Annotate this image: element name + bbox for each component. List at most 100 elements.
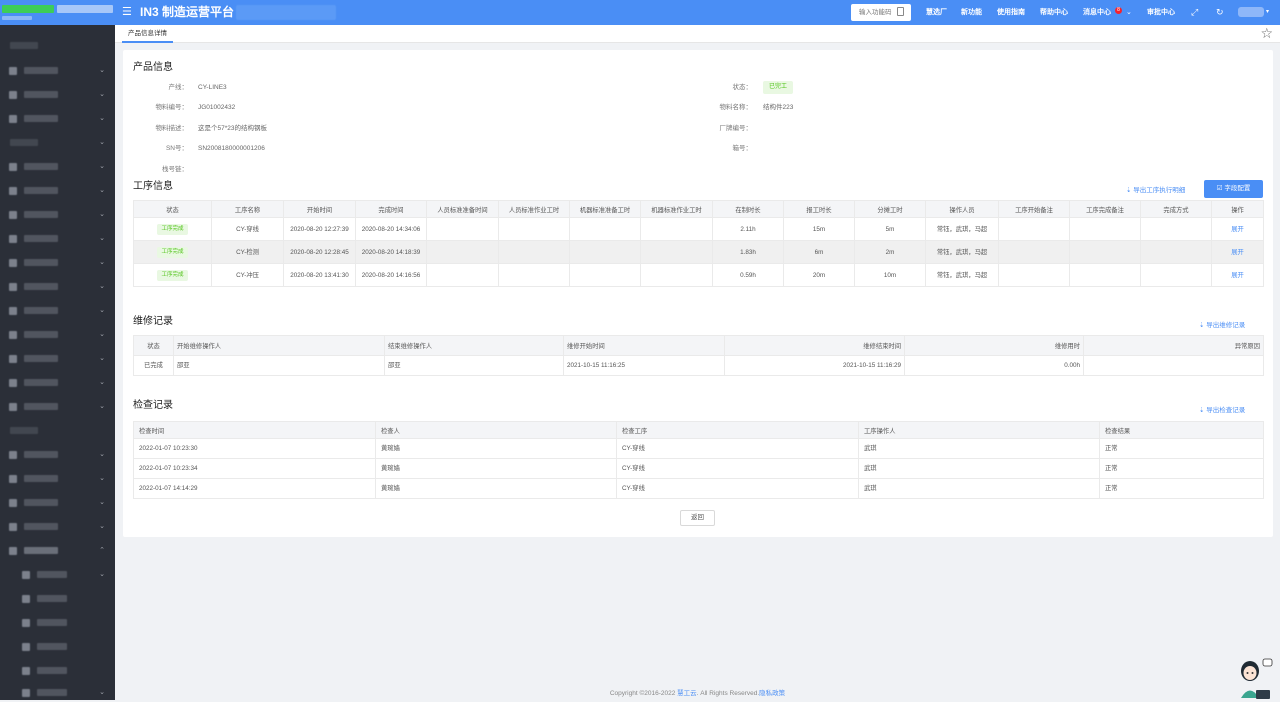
column-header: 操作	[1211, 200, 1264, 218]
user-avatar[interactable]	[1238, 7, 1264, 17]
table-cell: 2022-01-07 10:23:30	[133, 438, 376, 459]
sidebar-item[interactable]: ⌄	[0, 350, 115, 368]
column-header: 异常原因	[1083, 335, 1264, 356]
sidebar-item[interactable]: ⌄	[0, 302, 115, 320]
table-row: 2022-01-07 10:23:30 黄琬嫱 CY-穿线 武琪 正常	[133, 438, 1264, 459]
document-icon[interactable]	[897, 7, 904, 16]
sidebar-item[interactable]: ⌄	[0, 62, 115, 80]
table-cell: 武琪	[858, 438, 1100, 459]
nav-review-center[interactable]: 审批中心	[1147, 8, 1175, 17]
table-cell: 黄琬嫱	[375, 458, 617, 479]
table-cell: 2020-08-20 14:18:39	[355, 240, 427, 264]
fullscreen-icon[interactable]: ⤢	[1191, 7, 1198, 17]
status-badge: 工序完成	[157, 223, 188, 235]
sidebar-subitem[interactable]	[0, 590, 115, 608]
star-icon[interactable]: ☆	[1260, 25, 1273, 42]
chevron-down-icon[interactable]: ⌄	[1126, 8, 1132, 16]
table-cell: 10m	[854, 263, 926, 287]
table-cell: 正常	[1099, 478, 1264, 499]
sidebar-item-expanded[interactable]: ⌃	[0, 542, 115, 560]
sidebar-item[interactable]: ⌄	[0, 278, 115, 296]
table-cell: 2022-01-07 10:23:34	[133, 458, 376, 479]
sidebar-item[interactable]: ⌄	[0, 230, 115, 248]
status-label: 状态：	[732, 84, 753, 91]
field-config-button[interactable]: ☑ 字段配置	[1204, 180, 1263, 198]
back-button[interactable]: 返回	[680, 510, 715, 526]
chevron-down-icon[interactable]: ▾	[1266, 8, 1269, 15]
table-cell: 2020-08-20 14:34:06	[355, 217, 427, 241]
sidebar-item[interactable]: ⌄	[0, 254, 115, 272]
column-header: 检查人	[375, 421, 617, 439]
sidebar-subitem[interactable]: ⌄	[0, 566, 115, 584]
column-header: 工序完成备注	[1069, 200, 1141, 218]
table-cell: CY-穿线	[616, 478, 859, 499]
sidebar-item[interactable]: ⌄	[0, 206, 115, 224]
expand-link[interactable]: 展开	[1231, 272, 1244, 279]
export-check-button[interactable]: ⇣ 导出检查记录	[1199, 406, 1245, 415]
export-process-button[interactable]: ⇣ 导出工序执行明细	[1126, 186, 1185, 195]
column-header: 报工时长	[783, 200, 855, 218]
nav-help-center[interactable]: 帮助中心	[1040, 8, 1068, 17]
assistant-mascot-icon[interactable]	[1236, 656, 1276, 700]
column-header: 工序操作人	[858, 421, 1100, 439]
table-cell: 正常	[1099, 458, 1264, 479]
sidebar-group-header: ⌄	[0, 134, 115, 152]
line-value: CY-LINE3	[198, 84, 227, 91]
table-row: 工序完成 CY-穿线 2020-08-20 12:27:39 2020-08-2…	[133, 217, 1264, 241]
nav-message-center[interactable]: 消息中心	[1083, 8, 1111, 17]
sidebar-item[interactable]: ⌄	[0, 110, 115, 128]
box-no-label: 箱号：	[732, 145, 753, 152]
table-cell: 2020-08-20 12:27:39	[283, 217, 356, 241]
expand-link[interactable]: 展开	[1231, 249, 1244, 256]
nav-new-feature[interactable]: 新功能	[961, 8, 982, 17]
sidebar-item[interactable]: ⌄	[0, 86, 115, 104]
sidebar-item[interactable]: ⌄	[0, 398, 115, 416]
table-cell: 2021-10-15 11:16:25	[563, 355, 725, 376]
repair-table: 状态 开始维修操作人 结束维修操作人 维修开始时间 维修结束时间 维修用时 异常…	[133, 335, 1264, 376]
column-header: 维修用时	[904, 335, 1084, 356]
status-badge: 已完工	[763, 81, 794, 94]
brand-link[interactable]: 慧工云	[677, 690, 697, 697]
table-cell: 2020-08-20 13:41:30	[283, 263, 356, 287]
refresh-icon[interactable]: ↻	[1216, 7, 1224, 17]
column-header: 工序名称	[211, 200, 284, 218]
menu-toggle-icon[interactable]: ☰	[122, 6, 132, 18]
table-cell: 黄琬嫱	[375, 478, 617, 499]
check-table: 检查时间 检查人 检查工序 工序操作人 检查结果 2022-01-07 10:2…	[133, 421, 1264, 499]
column-header: 检查时间	[133, 421, 376, 439]
table-cell: 1.83h	[712, 240, 784, 264]
table-cell: 常钰，武琪，马超	[925, 217, 999, 241]
export-repair-button[interactable]: ⇣ 导出维修记录	[1199, 321, 1245, 330]
status-badge: 工序完成	[157, 269, 188, 281]
sidebar-item[interactable]: ⌄	[0, 374, 115, 392]
table-cell: CY-检测	[211, 240, 284, 264]
sidebar-item[interactable]: ⌄	[0, 518, 115, 536]
sidebar-item[interactable]: ⌄	[0, 182, 115, 200]
table-row: 工序完成 CY-冲压 2020-08-20 13:41:30 2020-08-2…	[133, 263, 1264, 287]
sidebar-subitem[interactable]	[0, 638, 115, 656]
sidebar-group-header	[0, 422, 115, 440]
material-desc-label: 物料描述：	[155, 125, 189, 132]
environment-tag	[236, 5, 336, 20]
nav-guide[interactable]: 使用指南	[997, 8, 1025, 17]
column-header: 人员标准准备时间	[426, 200, 499, 218]
sidebar-item[interactable]: ⌄	[0, 158, 115, 176]
privacy-link[interactable]: 隐私政策	[759, 690, 785, 697]
table-row: 2022-01-07 14:14:29 黄琬嫱 CY-穿线 武琪 正常	[133, 478, 1264, 499]
table-cell: CY-穿线	[616, 458, 859, 479]
tab-product-detail[interactable]: 产品信息详情	[122, 27, 173, 43]
sidebar-item[interactable]: ⌄	[0, 470, 115, 488]
sidebar-item[interactable]: ⌄	[0, 494, 115, 512]
column-header: 完成方式	[1140, 200, 1212, 218]
table-cell: 0.59h	[712, 263, 784, 287]
sidebar-item[interactable]: ⌄	[0, 446, 115, 464]
sidebar-subitem[interactable]	[0, 614, 115, 632]
table-cell: 6m	[783, 240, 855, 264]
table-cell: 20m	[783, 263, 855, 287]
footer: Copyright ©2016-2022 慧工云. All Rights Res…	[0, 687, 1280, 697]
sidebar-item[interactable]: ⌄	[0, 326, 115, 344]
nav-select-plant[interactable]: 慧选厂	[926, 8, 947, 17]
table-row: 已完成 邵亚 邵亚 2021-10-15 11:16:25 2021-10-15…	[133, 355, 1264, 376]
sidebar-subitem[interactable]	[0, 662, 115, 680]
expand-link[interactable]: 展开	[1231, 226, 1244, 233]
